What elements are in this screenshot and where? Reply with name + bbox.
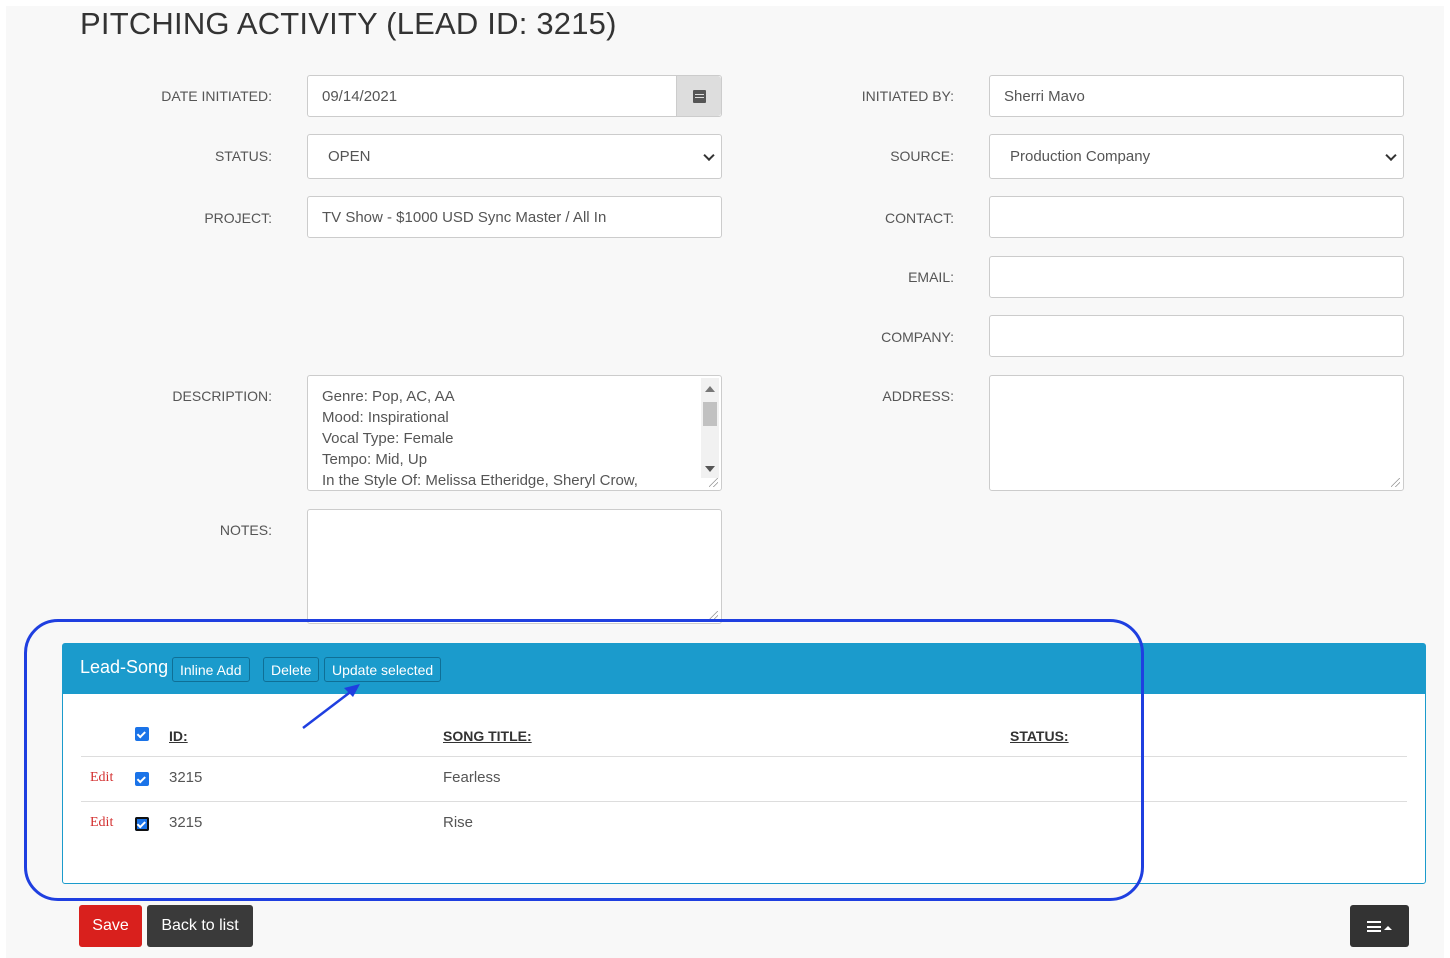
date-initiated-value: 09/14/2021 [322, 87, 398, 105]
actions-menu-button[interactable] [1350, 905, 1409, 947]
date-initiated-field[interactable]: 09/14/2021 [307, 75, 722, 117]
source-select[interactable]: Production Company [989, 134, 1404, 179]
notes-textarea[interactable] [307, 509, 722, 624]
row-id: 3215 [169, 769, 203, 786]
column-header-status[interactable]: STATUS: [1010, 728, 1069, 744]
header-divider [81, 756, 1407, 757]
chevron-down-icon [703, 149, 715, 161]
email-field[interactable] [989, 256, 1404, 298]
scroll-thumb[interactable] [703, 402, 717, 426]
menu-icon [1367, 920, 1381, 932]
edit-link[interactable]: Edit [90, 815, 113, 831]
notes-label: NOTES: [219, 522, 272, 538]
calendar-icon [692, 89, 706, 103]
project-value: TV Show - $1000 USD Sync Master / All In [322, 208, 607, 226]
company-field[interactable] [989, 315, 1404, 357]
initiated-by-field[interactable]: Sherri Mavo [989, 75, 1404, 117]
contact-label: CONTACT: [885, 210, 954, 226]
source-value: Production Company [1010, 148, 1151, 165]
row-checkbox[interactable] [135, 772, 149, 786]
status-value: OPEN [328, 148, 371, 165]
row-checkbox[interactable] [135, 817, 149, 831]
contact-field[interactable] [989, 196, 1404, 238]
description-scrollbar[interactable] [701, 378, 719, 478]
page-title: PITCHING ACTIVITY (LEAD ID: 3215) [80, 6, 617, 41]
save-button[interactable]: Save [79, 905, 142, 947]
update-selected-button[interactable]: Update selected [324, 657, 442, 682]
lead-song-header: Lead-Song Inline Add Delete Update selec… [63, 644, 1425, 694]
source-label: SOURCE: [890, 148, 954, 164]
initiated-by-label: INITIATED BY: [861, 88, 954, 104]
select-all-checkbox[interactable] [135, 727, 149, 741]
description-label: DESCRIPTION: [172, 388, 272, 404]
row-song-title: Rise [443, 814, 474, 831]
initiated-by-value: Sherri Mavo [1004, 87, 1085, 105]
project-label: PROJECT: [204, 210, 272, 226]
calendar-button[interactable] [676, 76, 721, 116]
email-label: EMAIL: [908, 269, 954, 285]
resize-handle-icon[interactable] [709, 478, 718, 487]
delete-button[interactable]: Delete [263, 657, 320, 682]
description-text: Genre: Pop, AC, AA Mood: Inspirational V… [322, 388, 638, 489]
description-textarea[interactable]: Genre: Pop, AC, AA Mood: Inspirational V… [307, 375, 722, 491]
lead-song-panel: Lead-Song Inline Add Delete Update selec… [62, 643, 1426, 884]
row-id: 3215 [169, 814, 203, 831]
status-label: STATUS: [214, 148, 272, 164]
address-textarea[interactable] [989, 375, 1404, 491]
resize-handle-icon[interactable] [1391, 478, 1400, 487]
edit-link[interactable]: Edit [90, 770, 113, 786]
company-label: COMPANY: [881, 329, 954, 345]
column-header-id[interactable]: ID: [169, 728, 188, 744]
address-label: ADDRESS: [882, 388, 954, 404]
column-header-song-title[interactable]: SONG TITLE: [443, 728, 532, 744]
project-field[interactable]: TV Show - $1000 USD Sync Master / All In [307, 196, 722, 238]
chevron-down-icon [1385, 149, 1397, 161]
row-divider [81, 801, 1407, 802]
annotation-arrow-icon [302, 684, 360, 729]
inline-add-button[interactable]: Inline Add [172, 657, 250, 682]
scroll-up-icon[interactable] [705, 386, 715, 392]
back-to-list-button[interactable]: Back to list [147, 905, 253, 947]
date-initiated-label: DATE INITIATED: [161, 88, 272, 104]
caret-up-icon [1384, 926, 1392, 930]
status-select[interactable]: OPEN [307, 134, 722, 179]
scroll-down-icon[interactable] [705, 466, 715, 472]
resize-handle-icon[interactable] [709, 611, 718, 620]
row-song-title: Fearless [443, 769, 501, 786]
lead-song-title: Lead-Song [80, 657, 169, 677]
